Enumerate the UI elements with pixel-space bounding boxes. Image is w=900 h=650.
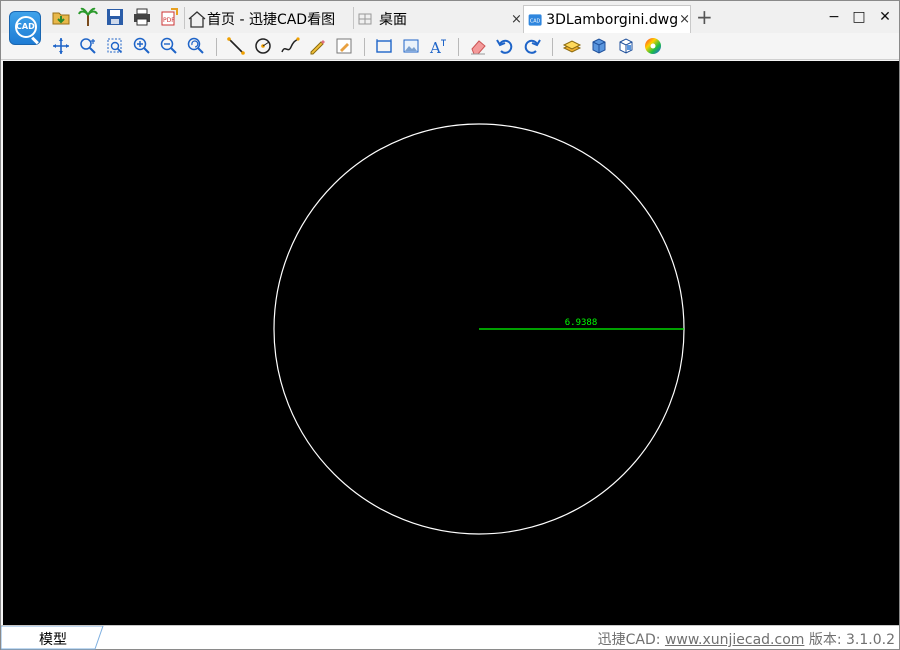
svg-text:A: A — [429, 39, 441, 56]
app-window: CAD PDF 首页 - 迅捷CAD看图 桌面 × CAD 3DLamborgi… — [0, 0, 900, 650]
minimize-button[interactable]: − — [824, 7, 844, 27]
zoom-window-icon[interactable] — [105, 36, 125, 56]
title-bar: CAD PDF 首页 - 迅捷CAD看图 桌面 × CAD 3DLamborgi… — [1, 1, 899, 45]
website-link[interactable]: www.xunjiecad.com — [665, 632, 804, 648]
layers-icon[interactable] — [562, 36, 582, 56]
toolbar-separator — [364, 38, 365, 56]
svg-text:PDF: PDF — [163, 17, 175, 24]
pan-icon[interactable] — [51, 36, 71, 56]
grid-icon — [358, 13, 372, 25]
logo-pen — [31, 36, 39, 45]
open-folder-icon[interactable] — [51, 7, 71, 27]
add-tab-button[interactable]: + — [696, 5, 713, 29]
print-icon[interactable] — [132, 7, 152, 27]
cad-file-icon: CAD — [528, 13, 542, 26]
drawing-svg: 6.9388 — [273, 123, 685, 535]
save-icon[interactable] — [105, 7, 125, 27]
version-prefix: 迅捷CAD: — [597, 632, 665, 648]
tab-separator — [353, 7, 354, 29]
app-logo[interactable]: CAD — [9, 11, 41, 45]
toolbar-separator — [216, 38, 217, 56]
version-suffix: 版本: 3.1.0.2 — [804, 632, 895, 648]
zoom-realtime-icon[interactable] — [78, 36, 98, 56]
zoom-previous-icon[interactable] — [186, 36, 206, 56]
title-separator — [184, 7, 185, 29]
version-info: 迅捷CAD: www.xunjiecad.com 版本: 3.1.0.2 — [598, 629, 895, 649]
model-tab[interactable]: 模型 — [1, 626, 104, 650]
tab-home-label: 首页 - 迅捷CAD看图 — [207, 12, 336, 28]
text-icon[interactable]: A — [428, 36, 448, 57]
tab-3dlamborgini-close-icon[interactable]: × — [679, 12, 690, 27]
logo-text: CAD — [16, 22, 35, 31]
toolbar-separator — [552, 38, 553, 56]
3d-view-icon[interactable] — [616, 36, 636, 56]
tab-home[interactable]: 首页 - 迅捷CAD看图 — [187, 5, 351, 33]
tab-3dlamborgini[interactable]: CAD 3DLamborgini.dwg × — [523, 5, 691, 33]
home-icon — [188, 11, 206, 28]
export-pdf-icon[interactable]: PDF — [159, 7, 179, 27]
drawing-canvas[interactable]: 6.9388 — [3, 61, 899, 625]
toolbar: A — [1, 33, 899, 60]
tab-3dlamborgini-label: 3DLamborgini.dwg — [546, 11, 679, 28]
3d-box-icon[interactable] — [589, 36, 609, 56]
eraser-icon[interactable] — [468, 36, 488, 56]
image-icon[interactable] — [401, 36, 421, 56]
zoom-out-icon[interactable] — [159, 36, 179, 56]
redo-icon[interactable] — [522, 36, 542, 56]
color-wheel-icon[interactable] — [643, 36, 663, 56]
svg-text:CAD: CAD — [530, 18, 541, 24]
toolbar-separator — [458, 38, 459, 56]
line-icon[interactable] — [226, 36, 246, 56]
model-tab-label: 模型 — [39, 632, 67, 648]
radius-dimension-text: 6.9388 — [565, 318, 598, 328]
undo-icon[interactable] — [495, 36, 515, 56]
circle-measure-icon[interactable] — [253, 36, 273, 56]
close-window-button[interactable]: ✕ — [875, 7, 895, 27]
tab-desktop-label: 桌面 — [379, 12, 407, 28]
maximize-button[interactable]: □ — [849, 7, 869, 27]
tab-desktop[interactable]: 桌面 × — [355, 5, 522, 33]
palm-tree-icon[interactable] — [78, 7, 98, 27]
tab-desktop-close-icon[interactable]: × — [511, 12, 522, 27]
pencil-icon[interactable] — [307, 36, 327, 56]
status-bar: 模型 迅捷CAD: www.xunjiecad.com 版本: 3.1.0.2 — [1, 625, 899, 650]
eraser-brush-icon[interactable] — [334, 36, 354, 56]
zoom-in-icon[interactable] — [132, 36, 152, 56]
polyline-icon[interactable] — [280, 36, 300, 56]
frame-icon[interactable] — [374, 36, 394, 56]
